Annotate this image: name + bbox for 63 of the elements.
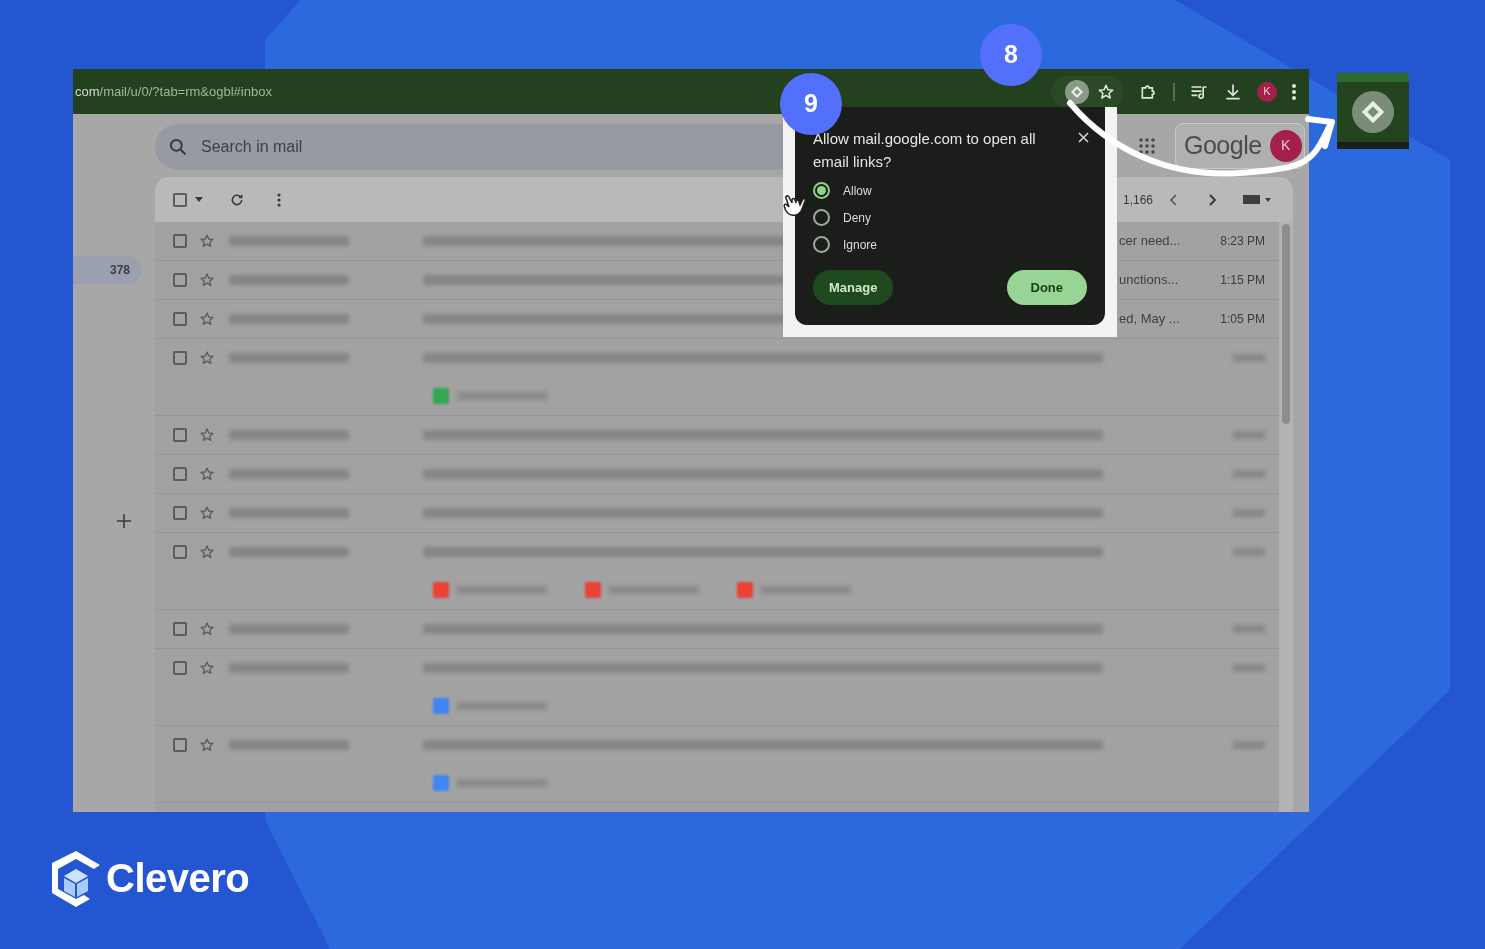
chevron-left-icon[interactable] xyxy=(1169,193,1177,206)
snippet-text: ed, May ... xyxy=(1119,310,1180,329)
manage-button[interactable]: Manage xyxy=(813,270,894,305)
profile-avatar[interactable]: K xyxy=(1257,81,1277,102)
done-button[interactable]: Done xyxy=(1006,270,1087,305)
attachment-chip[interactable] xyxy=(737,582,851,598)
refresh-icon[interactable] xyxy=(229,191,245,208)
caret-icon[interactable] xyxy=(195,197,203,202)
chevron-right-icon[interactable] xyxy=(1209,193,1217,206)
row-checkbox[interactable] xyxy=(173,467,187,481)
row-checkbox[interactable] xyxy=(173,273,187,287)
apps-grid-icon[interactable] xyxy=(1139,137,1155,154)
brand-name: Clevero xyxy=(106,855,250,902)
profile-avatar[interactable]: K xyxy=(1269,129,1302,162)
row-checkbox[interactable] xyxy=(173,622,187,636)
snippet-text: unctions... xyxy=(1119,271,1179,290)
keyboard-icon[interactable] xyxy=(1243,194,1271,205)
row-checkbox[interactable] xyxy=(173,506,187,520)
radio-option[interactable]: Deny xyxy=(813,204,1087,231)
row-checkbox[interactable] xyxy=(173,661,187,675)
extension-icon[interactable] xyxy=(1065,79,1089,104)
star-icon[interactable] xyxy=(199,621,215,637)
time-text: 8:23 PM xyxy=(1220,233,1265,250)
time-text: 1:15 PM xyxy=(1220,272,1265,289)
star-icon[interactable] xyxy=(199,544,215,560)
star-icon[interactable] xyxy=(199,272,215,288)
attachment-chip[interactable] xyxy=(433,775,547,791)
row-checkbox[interactable] xyxy=(173,351,187,365)
star-icon[interactable] xyxy=(199,660,215,676)
star-icon[interactable] xyxy=(199,466,215,482)
select-all-checkbox[interactable] xyxy=(173,192,187,207)
kebab-menu-icon[interactable] xyxy=(277,192,281,207)
attachment-chip[interactable] xyxy=(433,582,547,598)
row-checkbox[interactable] xyxy=(173,234,187,248)
search-icon xyxy=(168,136,188,157)
star-icon[interactable] xyxy=(199,233,215,249)
row-checkbox[interactable] xyxy=(173,738,187,752)
divider-line xyxy=(1173,82,1175,101)
star-icon[interactable] xyxy=(199,350,215,366)
extension-icon xyxy=(1352,91,1394,133)
plus-icon[interactable] xyxy=(117,514,131,528)
message-count: 1,166 xyxy=(1122,191,1153,209)
kebab-menu-icon[interactable] xyxy=(1291,82,1297,101)
attachment-chip[interactable] xyxy=(585,582,699,598)
unread-count[interactable]: 378 xyxy=(73,256,142,284)
star-icon[interactable] xyxy=(199,311,215,327)
row-checkbox[interactable] xyxy=(173,545,187,559)
row-checkbox[interactable] xyxy=(173,428,187,442)
star-icon[interactable] xyxy=(1097,82,1115,101)
time-text: 1:05 PM xyxy=(1220,311,1265,328)
account-chip[interactable]: Google K xyxy=(1175,122,1305,169)
brand-wordmark: Google xyxy=(1184,129,1262,161)
star-icon[interactable] xyxy=(199,427,215,443)
star-icon[interactable] xyxy=(199,737,215,753)
row-checkbox[interactable] xyxy=(173,312,187,326)
radio-option[interactable]: Ignore xyxy=(813,231,1087,258)
star-icon[interactable] xyxy=(199,505,215,521)
attachment-chip[interactable] xyxy=(433,698,547,714)
radio-option[interactable]: Allow xyxy=(813,177,1087,204)
cube-logo-icon xyxy=(50,849,102,907)
url-text[interactable]: com/mail/u/0/?tab=rm&ogbl#inbox xyxy=(75,81,272,102)
snippet-text: cer need... xyxy=(1119,232,1181,251)
scrollbar[interactable] xyxy=(1279,222,1293,812)
